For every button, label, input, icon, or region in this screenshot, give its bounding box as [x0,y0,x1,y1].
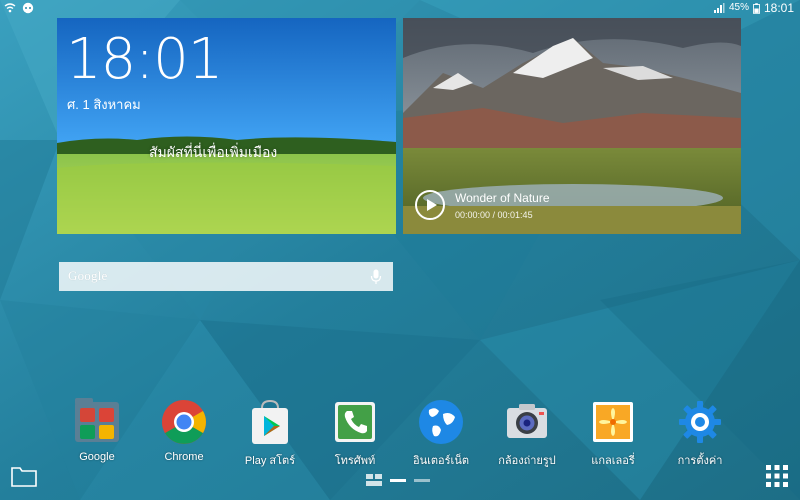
phone-icon [331,398,379,446]
app-label: Chrome [164,451,204,463]
status-time: 18:01 [763,1,794,15]
signal-icon [713,3,725,13]
app-google-folder[interactable]: Google [60,398,134,463]
apps-grid-icon[interactable] [765,464,789,488]
messenger-notification-icon [22,2,34,14]
app-play-store[interactable]: Play สโตร์ [233,398,307,469]
camera-icon [503,398,551,446]
app-label: โทรศัพท์ [334,455,376,467]
video-title: Wonder of Nature [455,191,550,205]
app-label: Play สโตร์ [244,455,296,467]
app-settings[interactable]: การตั้งค่า [663,398,737,469]
status-bar: 45% 18:01 [0,0,800,16]
battery-percent: 45% [728,2,749,13]
battery-icon [752,2,760,14]
app-phone[interactable]: โทรศัพท์ [318,398,392,469]
gallery-icon [589,398,637,446]
folder-icon[interactable] [11,464,37,488]
app-label: แกลเลอรี่ [591,455,635,467]
mic-icon[interactable] [370,269,382,285]
app-label: การตั้งค่า [677,455,723,467]
video-widget[interactable]: Wonder of Nature 00:00:00 / 00:01:45 [403,18,741,234]
page-dot-active[interactable] [390,478,406,482]
chrome-icon [160,398,208,446]
add-city-prompt[interactable]: สัมผัสที่นี่เพื่อเพิ่มเมือง [149,142,277,164]
clock-time: 18:01 [66,27,223,92]
page-indicator[interactable] [366,474,430,486]
play-button[interactable] [415,190,445,220]
page-dot[interactable] [414,478,430,482]
clock-date: ศ. 1 สิงหาคม [67,97,141,112]
app-label: กล้องถ่ายรูป [498,455,556,467]
app-label: Google [79,451,115,463]
google-folder-icon [73,398,121,446]
app-label: อินเตอร์เน็ต [413,455,469,467]
home-page-indicator-icon[interactable] [366,474,382,486]
settings-gear-icon [676,398,724,446]
play-store-icon [246,398,294,446]
internet-globe-icon [417,398,465,446]
clock-weather-widget[interactable]: 18:01 ศ. 1 สิงหาคม สัมผัสที่นี่เพื่อเพิ่… [57,18,396,234]
app-internet[interactable]: อินเตอร์เน็ต [404,398,478,469]
app-gallery[interactable]: แกลเลอรี่ [576,398,650,469]
wifi-notification-icon [4,3,16,13]
app-chrome[interactable]: Chrome [147,398,221,463]
video-progress: 00:00:00 / 00:01:45 [455,210,533,220]
mountain-video-thumbnail [403,18,741,234]
google-search-bar[interactable]: Google [59,262,393,291]
search-label: Google [68,268,108,283]
app-camera[interactable]: กล้องถ่ายรูป [490,398,564,469]
